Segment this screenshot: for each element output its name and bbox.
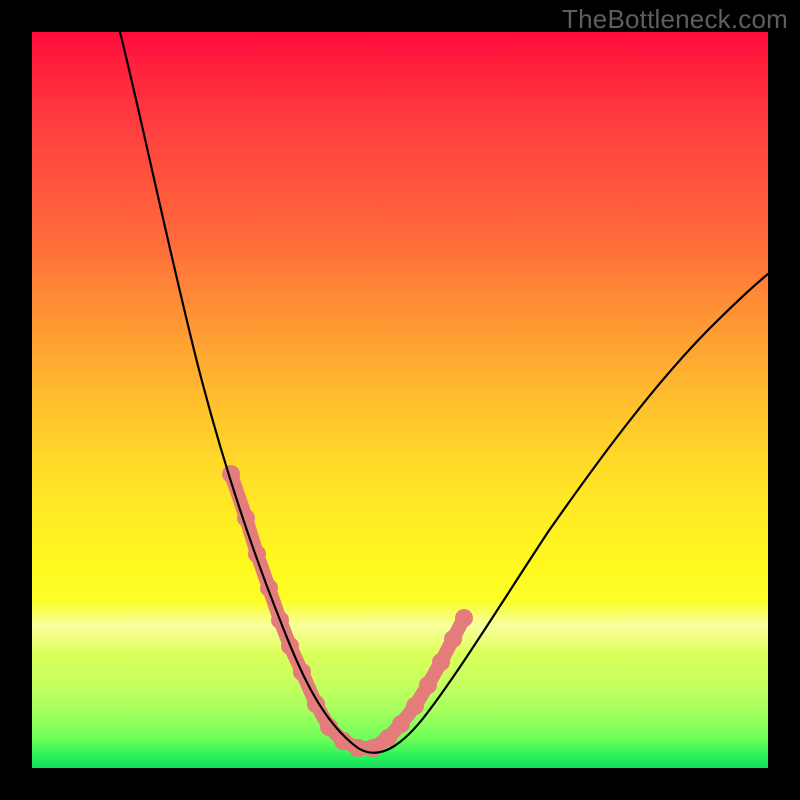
- dot-icon: [260, 579, 278, 597]
- dot-icon: [379, 729, 397, 747]
- dot-icon: [455, 609, 473, 627]
- watermark-text: TheBottleneck.com: [562, 4, 788, 35]
- dot-icon: [406, 697, 424, 715]
- highlight-segments: [231, 474, 464, 748]
- dot-icon: [307, 695, 325, 713]
- dot-icon: [320, 718, 338, 736]
- curve-path: [120, 32, 768, 753]
- dot-icon: [237, 509, 255, 527]
- highlight-seg-right-b: [428, 618, 464, 685]
- dot-icon: [392, 715, 410, 733]
- plot-area: [32, 32, 768, 768]
- dot-icon: [248, 545, 266, 563]
- highlight-seg-left: [231, 474, 302, 672]
- dot-icon: [419, 676, 437, 694]
- dot-icon: [222, 465, 240, 483]
- dot-icon: [432, 653, 450, 671]
- highlight-seg-right-a: [373, 685, 428, 748]
- dot-icon: [444, 630, 462, 648]
- dot-icon: [364, 739, 382, 757]
- dot-icon: [281, 637, 299, 655]
- highlight-band: [32, 602, 768, 654]
- dot-icon: [293, 663, 311, 681]
- dot-icon: [349, 739, 367, 757]
- dot-icon: [271, 611, 289, 629]
- highlight-dots: [222, 465, 473, 757]
- highlight-seg-bottom: [302, 672, 373, 748]
- chart-svg: [32, 32, 768, 768]
- chart-frame: TheBottleneck.com: [0, 0, 800, 800]
- dot-icon: [334, 732, 352, 750]
